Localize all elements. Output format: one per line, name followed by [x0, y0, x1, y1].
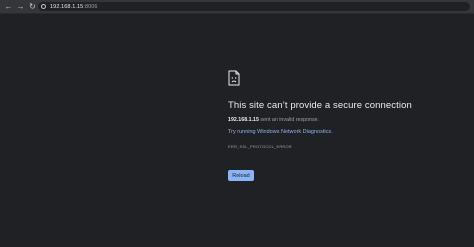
url-text: 192.168.1.15:8006	[50, 4, 98, 10]
forward-arrow-icon[interactable]: →	[15, 1, 26, 12]
diagnostics-link[interactable]: Try running Windows Network Diagnostics.	[228, 129, 448, 135]
error-message: 192.168.1.15 sent an invalid response.	[228, 117, 448, 123]
error-code: ERR_SSL_PROTOCOL_ERROR	[228, 144, 292, 149]
browser-toolbar: ← → ↻ 192.168.1.15:8006	[0, 0, 474, 14]
error-host: 192.168.1.15	[228, 117, 259, 123]
sad-document-icon	[228, 70, 240, 86]
url-host: 192.168.1.15	[50, 3, 84, 10]
reload-icon[interactable]: ↻	[27, 1, 38, 12]
url-port: :8006	[83, 3, 98, 10]
address-bar[interactable]: 192.168.1.15:8006	[38, 2, 470, 11]
error-message-text: sent an invalid response.	[258, 117, 320, 123]
site-info-icon[interactable]	[41, 4, 46, 9]
error-content: This site can’t provide a secure connect…	[228, 70, 448, 181]
reload-button[interactable]: Reload	[228, 170, 254, 181]
error-title: This site can’t provide a secure connect…	[228, 100, 412, 111]
back-arrow-icon[interactable]: ←	[3, 1, 14, 12]
